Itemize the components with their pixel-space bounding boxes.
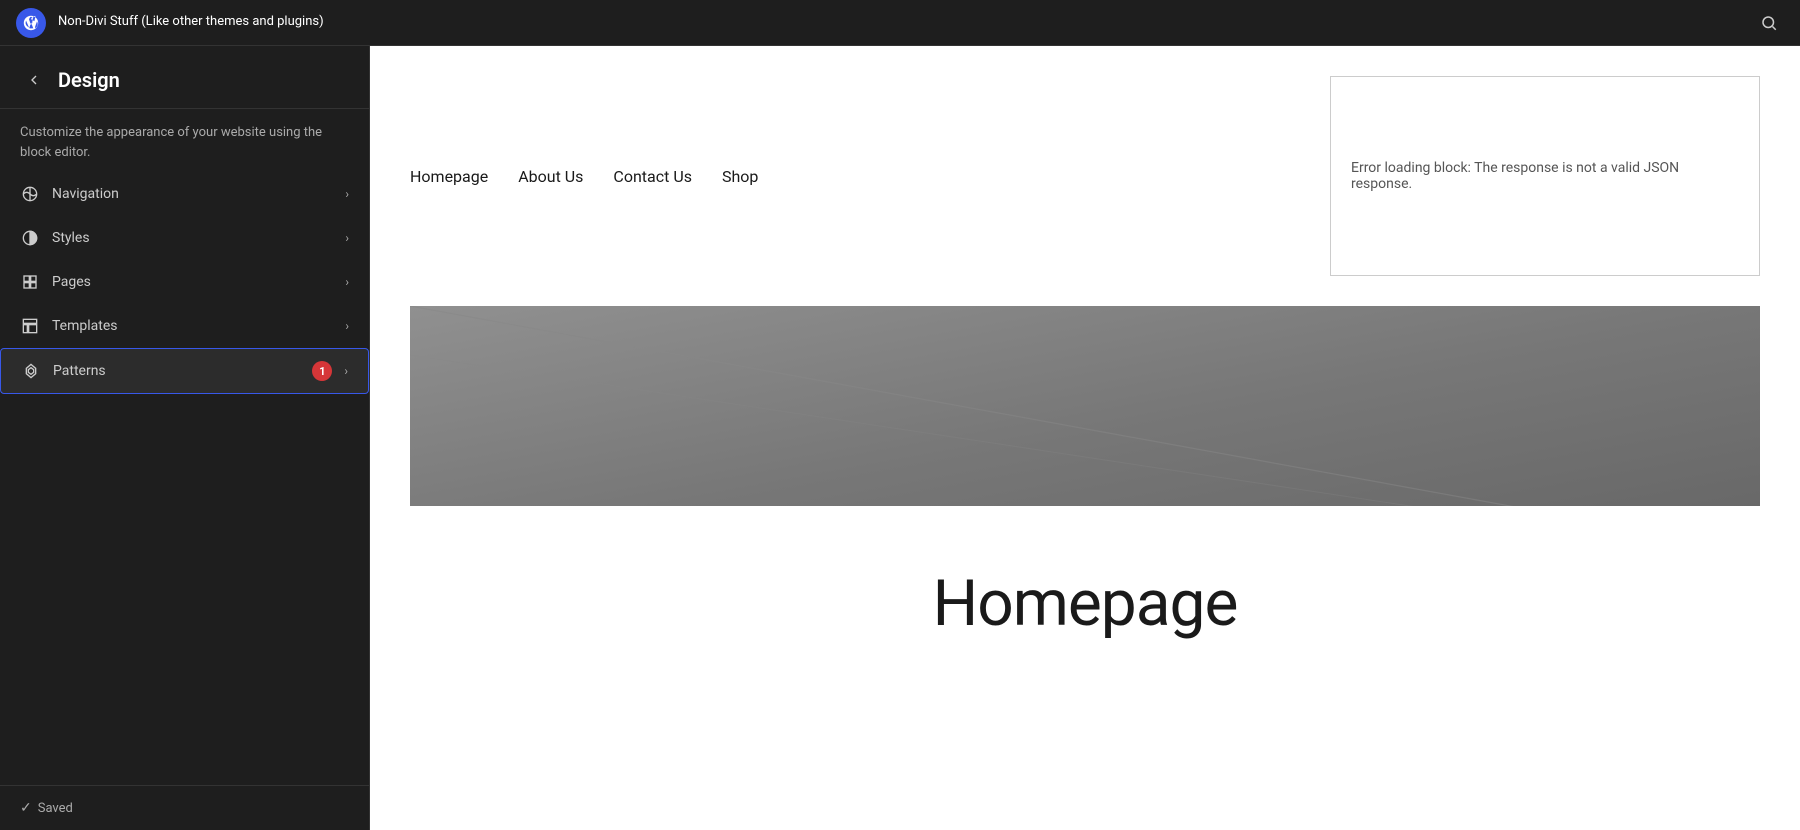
patterns-chevron: › <box>344 364 348 378</box>
sidebar-nav: Navigation › Styles › <box>0 172 369 785</box>
back-button[interactable] <box>20 66 48 94</box>
main-layout: Design Customize the appearance of your … <box>0 46 1800 830</box>
templates-icon <box>20 316 40 336</box>
pages-chevron: › <box>345 275 349 289</box>
sidebar-description: Customize the appearance of your website… <box>0 109 369 172</box>
nav-item-homepage[interactable]: Homepage <box>410 167 488 186</box>
patterns-label: Patterns <box>53 363 300 379</box>
saved-label: Saved <box>38 801 73 816</box>
hero-section <box>410 306 1760 506</box>
patterns-badge: 1 <box>312 361 332 381</box>
nav-item-shop[interactable]: Shop <box>722 167 758 186</box>
content-area: Homepage About Us Contact Us Shop Error … <box>370 46 1800 830</box>
styles-chevron: › <box>345 231 349 245</box>
site-title: Non-Divi Stuff (Like other themes and pl… <box>58 14 1742 31</box>
sidebar-item-styles[interactable]: Styles › <box>0 216 369 260</box>
search-icon <box>1760 14 1778 32</box>
wp-logo[interactable] <box>16 8 46 38</box>
templates-label: Templates <box>52 318 333 334</box>
search-button[interactable] <box>1754 8 1784 38</box>
styles-icon <box>20 228 40 248</box>
top-bar: Non-Divi Stuff (Like other themes and pl… <box>0 0 1800 46</box>
sidebar-header: Design <box>0 46 369 109</box>
wordpress-icon <box>22 14 40 32</box>
error-message: Error loading block: The response is not… <box>1351 160 1739 192</box>
sidebar-footer: ✓ Saved <box>0 785 369 830</box>
nav-item-contact[interactable]: Contact Us <box>613 167 692 186</box>
sidebar-item-pages[interactable]: Pages › <box>0 260 369 304</box>
hero-diagonal-svg <box>410 306 1760 506</box>
preview-header: Homepage About Us Contact Us Shop Error … <box>370 46 1800 306</box>
styles-label: Styles <box>52 230 333 246</box>
templates-chevron: › <box>345 319 349 333</box>
pages-label: Pages <box>52 274 333 290</box>
error-block: Error loading block: The response is not… <box>1330 76 1760 276</box>
sidebar-title: Design <box>58 68 120 92</box>
sidebar-item-templates[interactable]: Templates › <box>0 304 369 348</box>
patterns-icon <box>21 361 41 381</box>
navigation-chevron: › <box>345 187 349 201</box>
sidebar-item-patterns[interactable]: Patterns 1 › <box>0 348 369 394</box>
preview-nav: Homepage About Us Contact Us Shop <box>410 167 758 186</box>
homepage-title: Homepage <box>410 566 1760 641</box>
saved-check-icon: ✓ <box>20 800 32 816</box>
sidebar: Design Customize the appearance of your … <box>0 46 370 830</box>
preview-container: Homepage About Us Contact Us Shop Error … <box>370 46 1800 830</box>
back-icon <box>26 72 42 88</box>
navigation-label: Navigation <box>52 186 333 202</box>
nav-item-about[interactable]: About Us <box>518 167 583 186</box>
homepage-title-section: Homepage <box>370 506 1800 681</box>
pages-icon <box>20 272 40 292</box>
sidebar-item-navigation[interactable]: Navigation › <box>0 172 369 216</box>
navigation-icon <box>20 184 40 204</box>
